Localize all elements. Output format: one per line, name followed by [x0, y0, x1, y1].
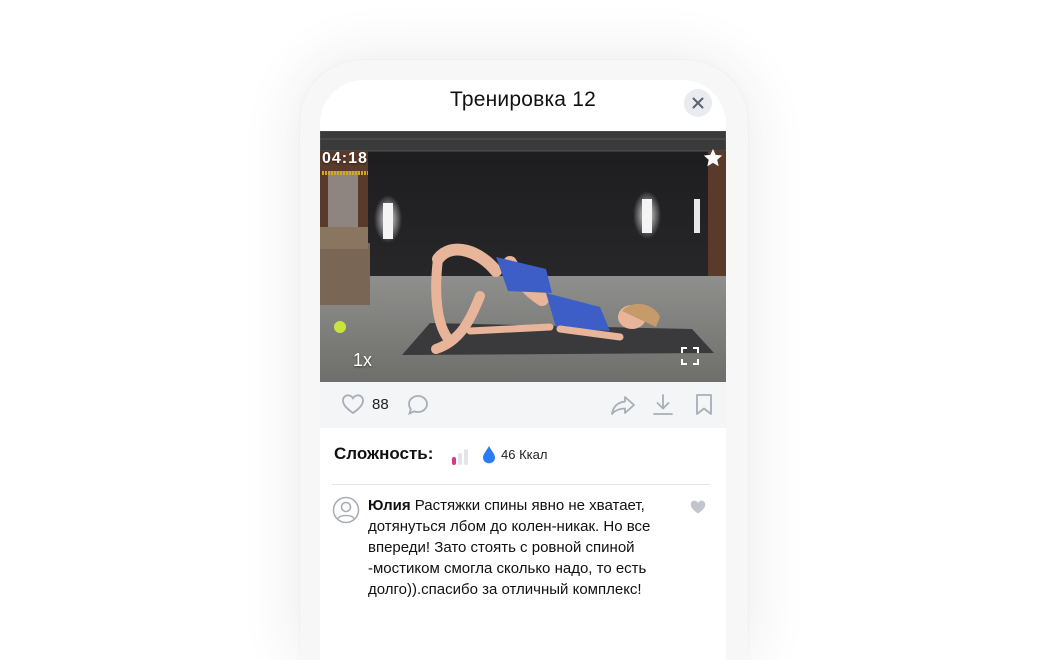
avatar-icon: [332, 496, 360, 524]
comment-text: Юлия Растяжки спины явно не хватает, дот…: [368, 495, 668, 600]
header: Тренировка 12: [320, 80, 726, 132]
comment-body: Растяжки спины явно не хватает, дотянуть…: [368, 497, 651, 598]
divider: [332, 484, 710, 485]
comment-icon[interactable]: [406, 393, 430, 417]
difficulty-bar: [452, 457, 456, 465]
heart-icon[interactable]: [341, 393, 365, 415]
close-icon: [692, 97, 704, 109]
comment-author[interactable]: Юлия: [368, 497, 411, 514]
video-timer: 04:18: [322, 150, 368, 167]
action-bar: 88: [320, 382, 726, 428]
difficulty-bars: [452, 449, 472, 465]
drop-icon: [483, 446, 495, 464]
difficulty-bar: [464, 449, 468, 465]
share-icon[interactable]: [610, 393, 636, 417]
phone-frame: Тренировка 12 04:18 1x 88 Сложность: 46 …: [300, 60, 748, 660]
workout-meta: Сложность: 46 Ккал: [334, 444, 714, 468]
timer-progress: [322, 171, 368, 175]
download-icon[interactable]: [651, 393, 675, 417]
fullscreen-icon[interactable]: [681, 347, 699, 365]
workout-screen: Тренировка 12 04:18 1x 88 Сложность: 46 …: [320, 80, 726, 660]
close-button[interactable]: [684, 89, 712, 117]
playback-speed[interactable]: 1x: [353, 350, 372, 371]
difficulty-label: Сложность:: [334, 444, 434, 463]
calories: 46 Ккал: [501, 447, 548, 462]
difficulty-bar: [458, 453, 462, 465]
video-player[interactable]: 04:18 1x: [320, 131, 726, 382]
star-icon[interactable]: [702, 147, 724, 169]
like-count: 88: [372, 396, 389, 413]
page-title: Тренировка 12: [450, 88, 596, 111]
video-frame-image: [320, 131, 726, 382]
bookmark-icon[interactable]: [694, 393, 714, 417]
comment-like-icon[interactable]: [689, 499, 707, 515]
